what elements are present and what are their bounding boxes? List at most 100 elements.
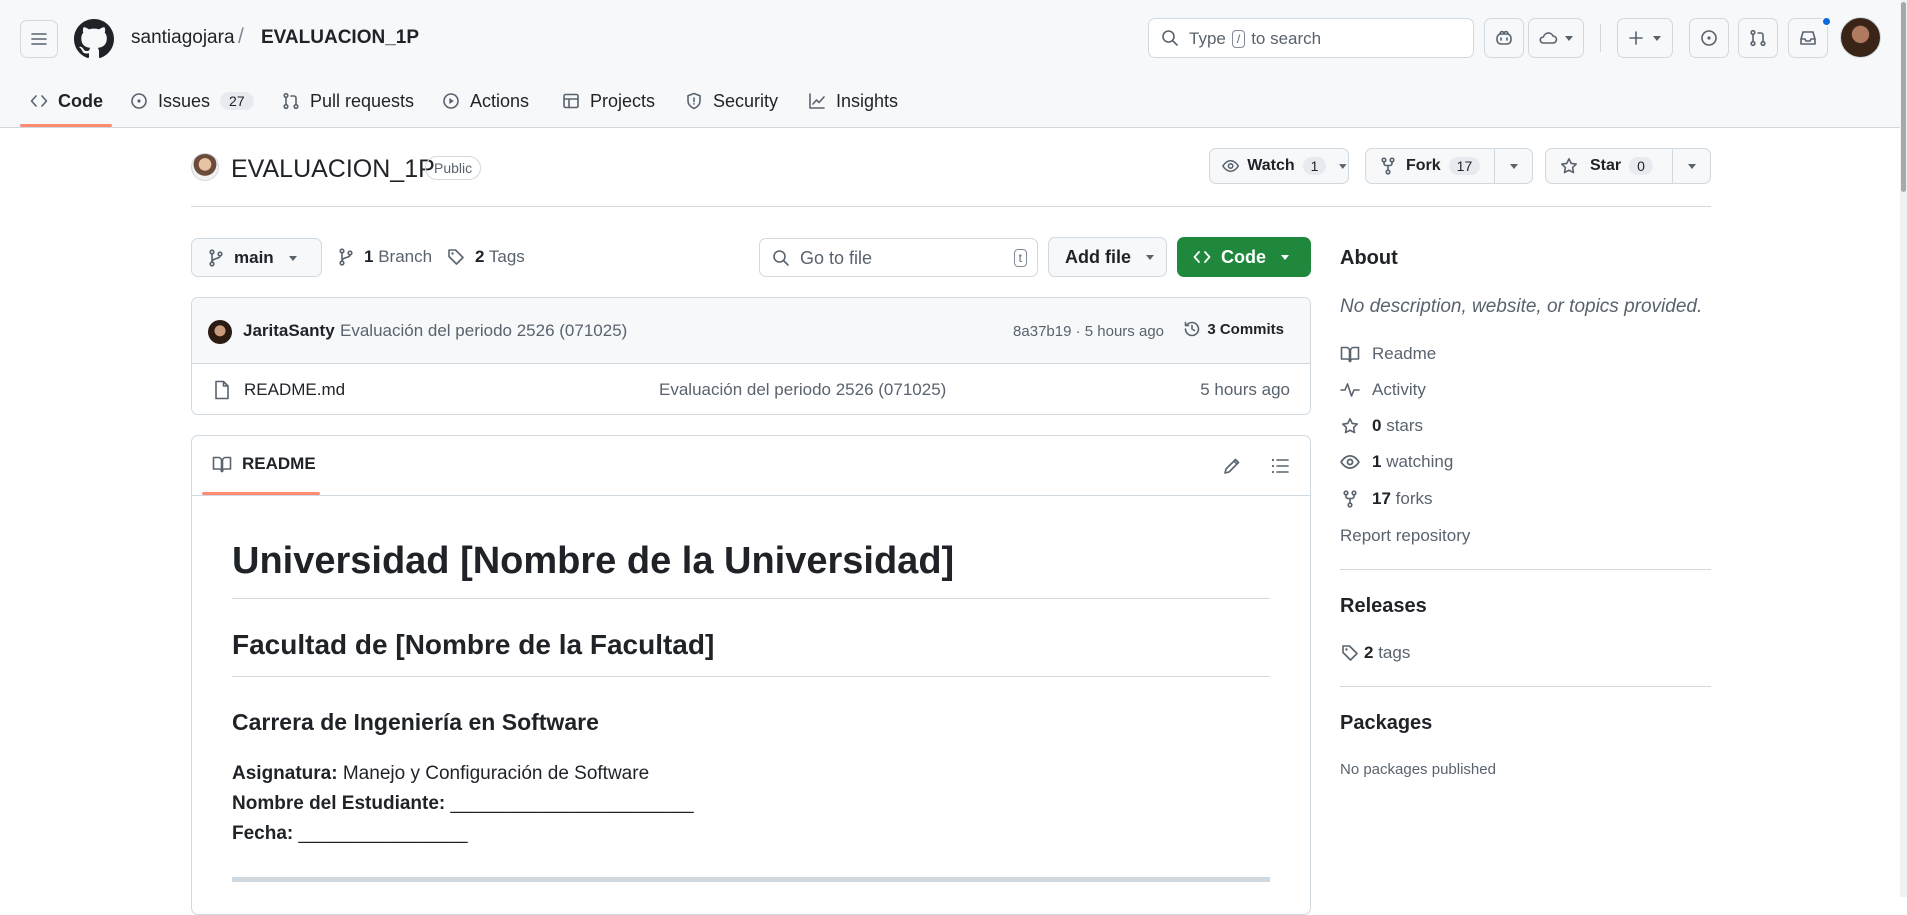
copilot-menu-button[interactable] <box>1528 18 1584 58</box>
search-suffix: to search <box>1251 29 1322 48</box>
search-prefix: Type <box>1189 29 1226 48</box>
h2-divider <box>232 676 1270 677</box>
watch-count: 1 <box>1302 157 1327 175</box>
history-icon <box>1185 321 1200 337</box>
star-label: Star <box>1590 157 1622 174</box>
tab-pull-requests[interactable]: Pull requests <box>282 86 414 116</box>
commit-author[interactable]: JaritaSanty <box>243 321 335 341</box>
asignatura-value: Manejo y Configuración de Software <box>342 763 650 784</box>
issue-icon <box>131 93 147 109</box>
about-title: About <box>1340 247 1398 269</box>
star-icon <box>1561 158 1577 174</box>
about-watching-link[interactable]: 1 watching <box>1340 452 1453 472</box>
inbox-icon <box>1800 31 1816 45</box>
file-row[interactable]: README.md Evaluación del periodo 2526 (0… <box>192 364 1310 414</box>
issues-button[interactable] <box>1689 18 1729 58</box>
eye-icon <box>1340 454 1360 469</box>
fork-count: 17 <box>1448 157 1481 175</box>
file-time: 5 hours ago <box>1200 380 1290 399</box>
watching-label: watching <box>1386 452 1454 471</box>
add-file-button[interactable]: Add file <box>1048 237 1167 277</box>
tags-link[interactable]: 2 Tags <box>447 247 525 267</box>
copilot-icon <box>1496 30 1512 45</box>
go-to-file-input[interactable]: Go to file t <box>759 238 1038 277</box>
tag-icon <box>448 249 464 265</box>
branch-icon <box>339 248 353 266</box>
repo-owner-avatar <box>191 153 219 181</box>
play-icon <box>443 93 459 109</box>
packages-empty: No packages published <box>1340 761 1496 778</box>
sidebar-divider-1 <box>1340 569 1711 570</box>
about-activity-label: Activity <box>1372 380 1426 399</box>
copilot-button[interactable] <box>1484 18 1524 58</box>
star-dropdown[interactable] <box>1672 149 1710 183</box>
menu-button[interactable] <box>20 20 58 58</box>
star-button[interactable]: Star 0 <box>1545 148 1711 184</box>
commit-message[interactable]: Evaluación del periodo 2526 (071025) <box>340 321 627 341</box>
avatar[interactable] <box>1840 17 1881 58</box>
readme-line-estudiante: Nombre del Estudiante: _________________… <box>232 793 694 815</box>
chevron-down-icon <box>288 255 297 261</box>
branches-label: Branch <box>378 247 433 266</box>
chevron-down-icon <box>1281 255 1289 260</box>
releases-tags-count: 2 <box>1364 643 1374 662</box>
about-forks-link[interactable]: 17 forks <box>1340 489 1433 509</box>
releases-tags-link[interactable]: 2 tags <box>1340 643 1410 663</box>
stars-label: stars <box>1386 416 1424 435</box>
tab-actions[interactable]: Actions <box>442 86 529 116</box>
commit-author-avatar[interactable] <box>208 320 232 344</box>
breadcrumb-repo[interactable]: EVALUACION_1P <box>261 27 419 49</box>
tab-issues[interactable]: Issues 27 <box>130 86 254 116</box>
file-commit-message[interactable]: Evaluación del periodo 2526 (071025) <box>659 380 946 400</box>
pull-request-icon <box>1750 29 1766 47</box>
pull-requests-button[interactable] <box>1738 18 1778 58</box>
scrollbar-track[interactable] <box>1900 0 1907 897</box>
code-button-label: Code <box>1221 246 1266 267</box>
tab-insights[interactable]: Insights <box>808 86 898 116</box>
add-file-label: Add file <box>1065 246 1131 267</box>
repo-title[interactable]: EVALUACION_1P <box>231 155 435 184</box>
branch-icon <box>209 248 223 267</box>
graph-icon <box>809 93 825 109</box>
code-icon <box>30 95 48 107</box>
about-readme-link[interactable]: Readme <box>1340 344 1436 364</box>
code-button[interactable]: Code <box>1177 237 1311 277</box>
search-input[interactable]: Type / to search <box>1148 18 1474 58</box>
estudiante-value: _______________________ <box>450 793 694 814</box>
breadcrumb-owner[interactable]: santiagojara <box>131 27 235 49</box>
github-logo[interactable] <box>74 19 114 59</box>
repo-header-divider <box>191 206 1711 207</box>
readme-tab[interactable]: README <box>212 454 316 474</box>
packages-title[interactable]: Packages <box>1340 712 1432 735</box>
fecha-label: Fecha: <box>232 823 294 844</box>
branch-selector[interactable]: main <box>191 238 322 277</box>
commits-label: 3 Commits <box>1207 320 1284 338</box>
book-icon <box>1340 346 1360 363</box>
releases-title[interactable]: Releases <box>1340 595 1427 618</box>
tab-security[interactable]: Security <box>685 86 778 116</box>
fecha-value: ________________ <box>298 823 468 844</box>
report-repository-link[interactable]: Report repository <box>1340 526 1470 546</box>
watch-button[interactable]: Watch 1 <box>1209 148 1349 184</box>
commits-link[interactable]: 3 Commits <box>1183 320 1284 338</box>
create-new-button[interactable] <box>1617 18 1673 58</box>
commit-hash-time[interactable]: 8a37b19 · 5 hours ago <box>1013 323 1164 340</box>
tab-projects[interactable]: Projects <box>562 86 655 116</box>
file-name[interactable]: README.md <box>244 380 345 400</box>
fork-button[interactable]: Fork 17 <box>1365 148 1533 184</box>
latest-commit-bar: JaritaSanty Evaluación del periodo 2526 … <box>192 298 1310 364</box>
outline-button[interactable] <box>1270 456 1290 476</box>
tab-pull-requests-label: Pull requests <box>310 90 415 111</box>
edit-readme-button[interactable] <box>1222 456 1242 476</box>
scrollbar-thumb[interactable] <box>1901 2 1906 192</box>
tab-projects-label: Projects <box>590 90 656 111</box>
fork-dropdown[interactable] <box>1494 149 1532 183</box>
branches-link[interactable]: 1 Branch <box>338 247 432 267</box>
tab-actions-label: Actions <box>470 90 530 111</box>
about-stars-link[interactable]: 0 stars <box>1340 416 1423 436</box>
tab-code[interactable]: Code <box>30 86 103 116</box>
about-description: No description, website, or topics provi… <box>1340 296 1703 317</box>
about-activity-link[interactable]: Activity <box>1340 380 1426 400</box>
global-header: santiagojara / EVALUACION_1P Type / to s… <box>0 0 1907 128</box>
star-count: 0 <box>1629 157 1653 175</box>
